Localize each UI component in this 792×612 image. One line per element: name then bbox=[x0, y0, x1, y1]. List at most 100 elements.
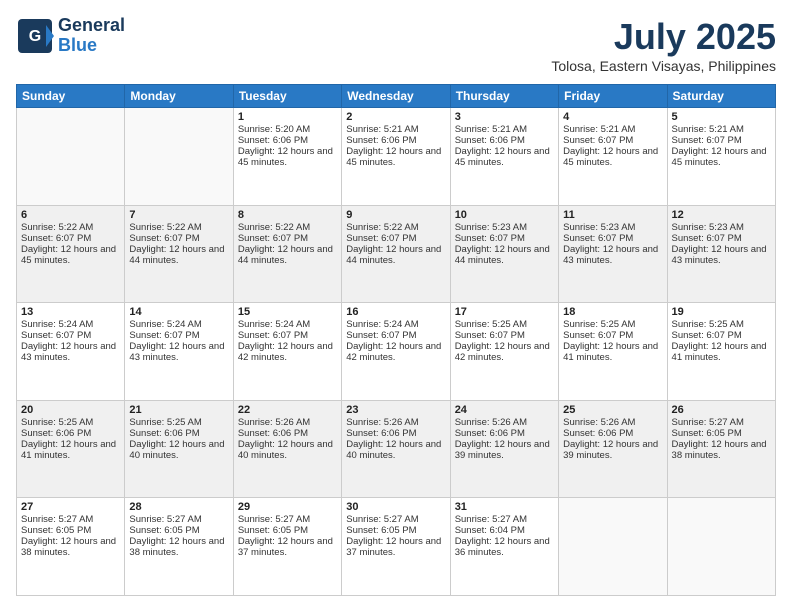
day-number: 22 bbox=[238, 404, 337, 416]
calendar-cell: 17Sunrise: 5:25 AMSunset: 6:07 PMDayligh… bbox=[450, 303, 558, 401]
calendar-cell: 24Sunrise: 5:26 AMSunset: 6:06 PMDayligh… bbox=[450, 400, 558, 498]
daylight-text: Daylight: 12 hours and 44 minutes. bbox=[129, 244, 228, 266]
sunset-text: Sunset: 6:07 PM bbox=[346, 233, 445, 244]
weekday-header-saturday: Saturday bbox=[667, 85, 775, 108]
calendar-cell: 25Sunrise: 5:26 AMSunset: 6:06 PMDayligh… bbox=[559, 400, 667, 498]
daylight-text: Daylight: 12 hours and 38 minutes. bbox=[21, 536, 120, 558]
day-number: 15 bbox=[238, 306, 337, 318]
sunset-text: Sunset: 6:07 PM bbox=[21, 330, 120, 341]
sunset-text: Sunset: 6:07 PM bbox=[672, 233, 771, 244]
sunrise-text: Sunrise: 5:27 AM bbox=[129, 514, 228, 525]
calendar-cell: 26Sunrise: 5:27 AMSunset: 6:05 PMDayligh… bbox=[667, 400, 775, 498]
daylight-text: Daylight: 12 hours and 41 minutes. bbox=[672, 341, 771, 363]
daylight-text: Daylight: 12 hours and 45 minutes. bbox=[455, 146, 554, 168]
sunset-text: Sunset: 6:07 PM bbox=[21, 233, 120, 244]
sunrise-text: Sunrise: 5:26 AM bbox=[346, 417, 445, 428]
daylight-text: Daylight: 12 hours and 40 minutes. bbox=[346, 439, 445, 461]
daylight-text: Daylight: 12 hours and 44 minutes. bbox=[455, 244, 554, 266]
day-number: 14 bbox=[129, 306, 228, 318]
sunrise-text: Sunrise: 5:24 AM bbox=[21, 319, 120, 330]
day-number: 11 bbox=[563, 209, 662, 221]
calendar-cell: 7Sunrise: 5:22 AMSunset: 6:07 PMDaylight… bbox=[125, 205, 233, 303]
sunrise-text: Sunrise: 5:25 AM bbox=[129, 417, 228, 428]
day-number: 6 bbox=[21, 209, 120, 221]
daylight-text: Daylight: 12 hours and 45 minutes. bbox=[563, 146, 662, 168]
day-number: 4 bbox=[563, 111, 662, 123]
day-number: 13 bbox=[21, 306, 120, 318]
calendar-cell: 9Sunrise: 5:22 AMSunset: 6:07 PMDaylight… bbox=[342, 205, 450, 303]
day-number: 8 bbox=[238, 209, 337, 221]
sunrise-text: Sunrise: 5:27 AM bbox=[455, 514, 554, 525]
weekday-header-row: SundayMondayTuesdayWednesdayThursdayFrid… bbox=[17, 85, 776, 108]
calendar-cell: 1Sunrise: 5:20 AMSunset: 6:06 PMDaylight… bbox=[233, 108, 341, 206]
sunset-text: Sunset: 6:06 PM bbox=[21, 428, 120, 439]
weekday-header-tuesday: Tuesday bbox=[233, 85, 341, 108]
sunrise-text: Sunrise: 5:27 AM bbox=[346, 514, 445, 525]
day-number: 23 bbox=[346, 404, 445, 416]
sunrise-text: Sunrise: 5:22 AM bbox=[346, 222, 445, 233]
sunrise-text: Sunrise: 5:26 AM bbox=[563, 417, 662, 428]
sunrise-text: Sunrise: 5:23 AM bbox=[455, 222, 554, 233]
day-number: 20 bbox=[21, 404, 120, 416]
sunset-text: Sunset: 6:07 PM bbox=[563, 233, 662, 244]
daylight-text: Daylight: 12 hours and 38 minutes. bbox=[672, 439, 771, 461]
calendar-cell: 2Sunrise: 5:21 AMSunset: 6:06 PMDaylight… bbox=[342, 108, 450, 206]
day-number: 3 bbox=[455, 111, 554, 123]
sunset-text: Sunset: 6:06 PM bbox=[346, 135, 445, 146]
daylight-text: Daylight: 12 hours and 37 minutes. bbox=[238, 536, 337, 558]
sunrise-text: Sunrise: 5:25 AM bbox=[21, 417, 120, 428]
day-number: 21 bbox=[129, 404, 228, 416]
daylight-text: Daylight: 12 hours and 43 minutes. bbox=[21, 341, 120, 363]
calendar-cell: 10Sunrise: 5:23 AMSunset: 6:07 PMDayligh… bbox=[450, 205, 558, 303]
weekday-header-monday: Monday bbox=[125, 85, 233, 108]
weekday-header-friday: Friday bbox=[559, 85, 667, 108]
calendar-cell: 23Sunrise: 5:26 AMSunset: 6:06 PMDayligh… bbox=[342, 400, 450, 498]
day-number: 27 bbox=[21, 501, 120, 513]
month-title: July 2025 bbox=[551, 16, 776, 58]
day-number: 31 bbox=[455, 501, 554, 513]
sunrise-text: Sunrise: 5:21 AM bbox=[455, 124, 554, 135]
daylight-text: Daylight: 12 hours and 41 minutes. bbox=[21, 439, 120, 461]
sunrise-text: Sunrise: 5:27 AM bbox=[21, 514, 120, 525]
week-row-1: 6Sunrise: 5:22 AMSunset: 6:07 PMDaylight… bbox=[17, 205, 776, 303]
sunrise-text: Sunrise: 5:21 AM bbox=[346, 124, 445, 135]
calendar-table: SundayMondayTuesdayWednesdayThursdayFrid… bbox=[16, 84, 776, 596]
sunrise-text: Sunrise: 5:25 AM bbox=[672, 319, 771, 330]
weekday-header-sunday: Sunday bbox=[17, 85, 125, 108]
sunrise-text: Sunrise: 5:25 AM bbox=[563, 319, 662, 330]
calendar-cell: 14Sunrise: 5:24 AMSunset: 6:07 PMDayligh… bbox=[125, 303, 233, 401]
calendar-cell: 20Sunrise: 5:25 AMSunset: 6:06 PMDayligh… bbox=[17, 400, 125, 498]
sunset-text: Sunset: 6:07 PM bbox=[346, 330, 445, 341]
sunset-text: Sunset: 6:07 PM bbox=[563, 135, 662, 146]
sunrise-text: Sunrise: 5:22 AM bbox=[238, 222, 337, 233]
daylight-text: Daylight: 12 hours and 40 minutes. bbox=[238, 439, 337, 461]
sunset-text: Sunset: 6:07 PM bbox=[455, 330, 554, 341]
daylight-text: Daylight: 12 hours and 44 minutes. bbox=[346, 244, 445, 266]
sunrise-text: Sunrise: 5:26 AM bbox=[455, 417, 554, 428]
week-row-3: 20Sunrise: 5:25 AMSunset: 6:06 PMDayligh… bbox=[17, 400, 776, 498]
daylight-text: Daylight: 12 hours and 43 minutes. bbox=[672, 244, 771, 266]
day-number: 28 bbox=[129, 501, 228, 513]
day-number: 18 bbox=[563, 306, 662, 318]
week-row-0: 1Sunrise: 5:20 AMSunset: 6:06 PMDaylight… bbox=[17, 108, 776, 206]
daylight-text: Daylight: 12 hours and 38 minutes. bbox=[129, 536, 228, 558]
sunset-text: Sunset: 6:06 PM bbox=[346, 428, 445, 439]
calendar-cell: 12Sunrise: 5:23 AMSunset: 6:07 PMDayligh… bbox=[667, 205, 775, 303]
sunset-text: Sunset: 6:07 PM bbox=[455, 233, 554, 244]
calendar-cell: 3Sunrise: 5:21 AMSunset: 6:06 PMDaylight… bbox=[450, 108, 558, 206]
sunset-text: Sunset: 6:06 PM bbox=[238, 135, 337, 146]
calendar-cell: 18Sunrise: 5:25 AMSunset: 6:07 PMDayligh… bbox=[559, 303, 667, 401]
daylight-text: Daylight: 12 hours and 37 minutes. bbox=[346, 536, 445, 558]
sunset-text: Sunset: 6:06 PM bbox=[563, 428, 662, 439]
sunrise-text: Sunrise: 5:23 AM bbox=[563, 222, 662, 233]
sunset-text: Sunset: 6:07 PM bbox=[238, 233, 337, 244]
sunset-text: Sunset: 6:07 PM bbox=[238, 330, 337, 341]
sunset-text: Sunset: 6:05 PM bbox=[129, 525, 228, 536]
sunset-text: Sunset: 6:05 PM bbox=[672, 428, 771, 439]
daylight-text: Daylight: 12 hours and 39 minutes. bbox=[455, 439, 554, 461]
day-number: 9 bbox=[346, 209, 445, 221]
sunset-text: Sunset: 6:07 PM bbox=[672, 330, 771, 341]
daylight-text: Daylight: 12 hours and 41 minutes. bbox=[563, 341, 662, 363]
sunset-text: Sunset: 6:07 PM bbox=[129, 233, 228, 244]
calendar-cell: 8Sunrise: 5:22 AMSunset: 6:07 PMDaylight… bbox=[233, 205, 341, 303]
